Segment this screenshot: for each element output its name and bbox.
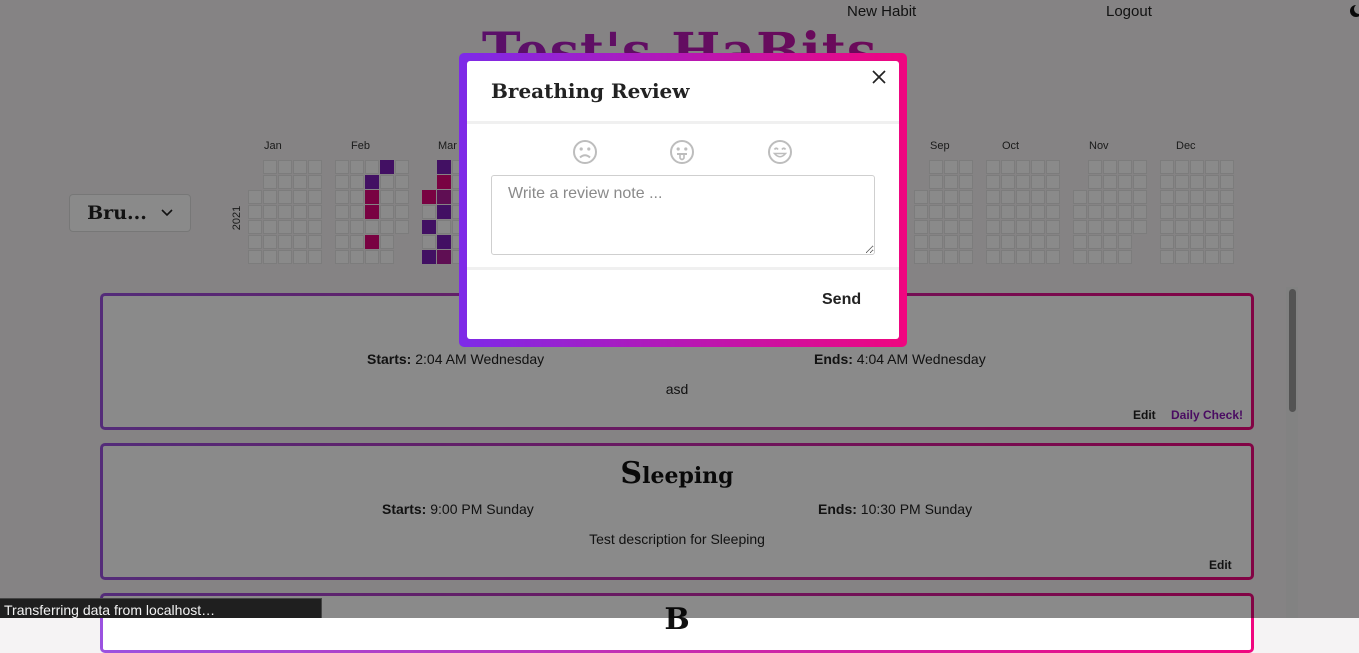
page: New Habit Logout Test's HaBits Bru... 20… xyxy=(0,0,1359,650)
sad-face-icon[interactable] xyxy=(572,139,598,165)
browser-status-bar: Transferring data from localhost… xyxy=(0,598,322,618)
review-modal: Breathing Review Send xyxy=(467,61,899,339)
close-icon[interactable] xyxy=(871,69,887,85)
modal-divider xyxy=(467,121,899,124)
modal-title: Breathing Review xyxy=(491,79,690,103)
send-button[interactable]: Send xyxy=(822,291,861,309)
tongue-out-face-icon[interactable] xyxy=(669,139,695,165)
review-note-input[interactable] xyxy=(491,175,875,255)
modal-divider xyxy=(467,267,899,270)
smile-face-icon[interactable] xyxy=(767,139,793,165)
